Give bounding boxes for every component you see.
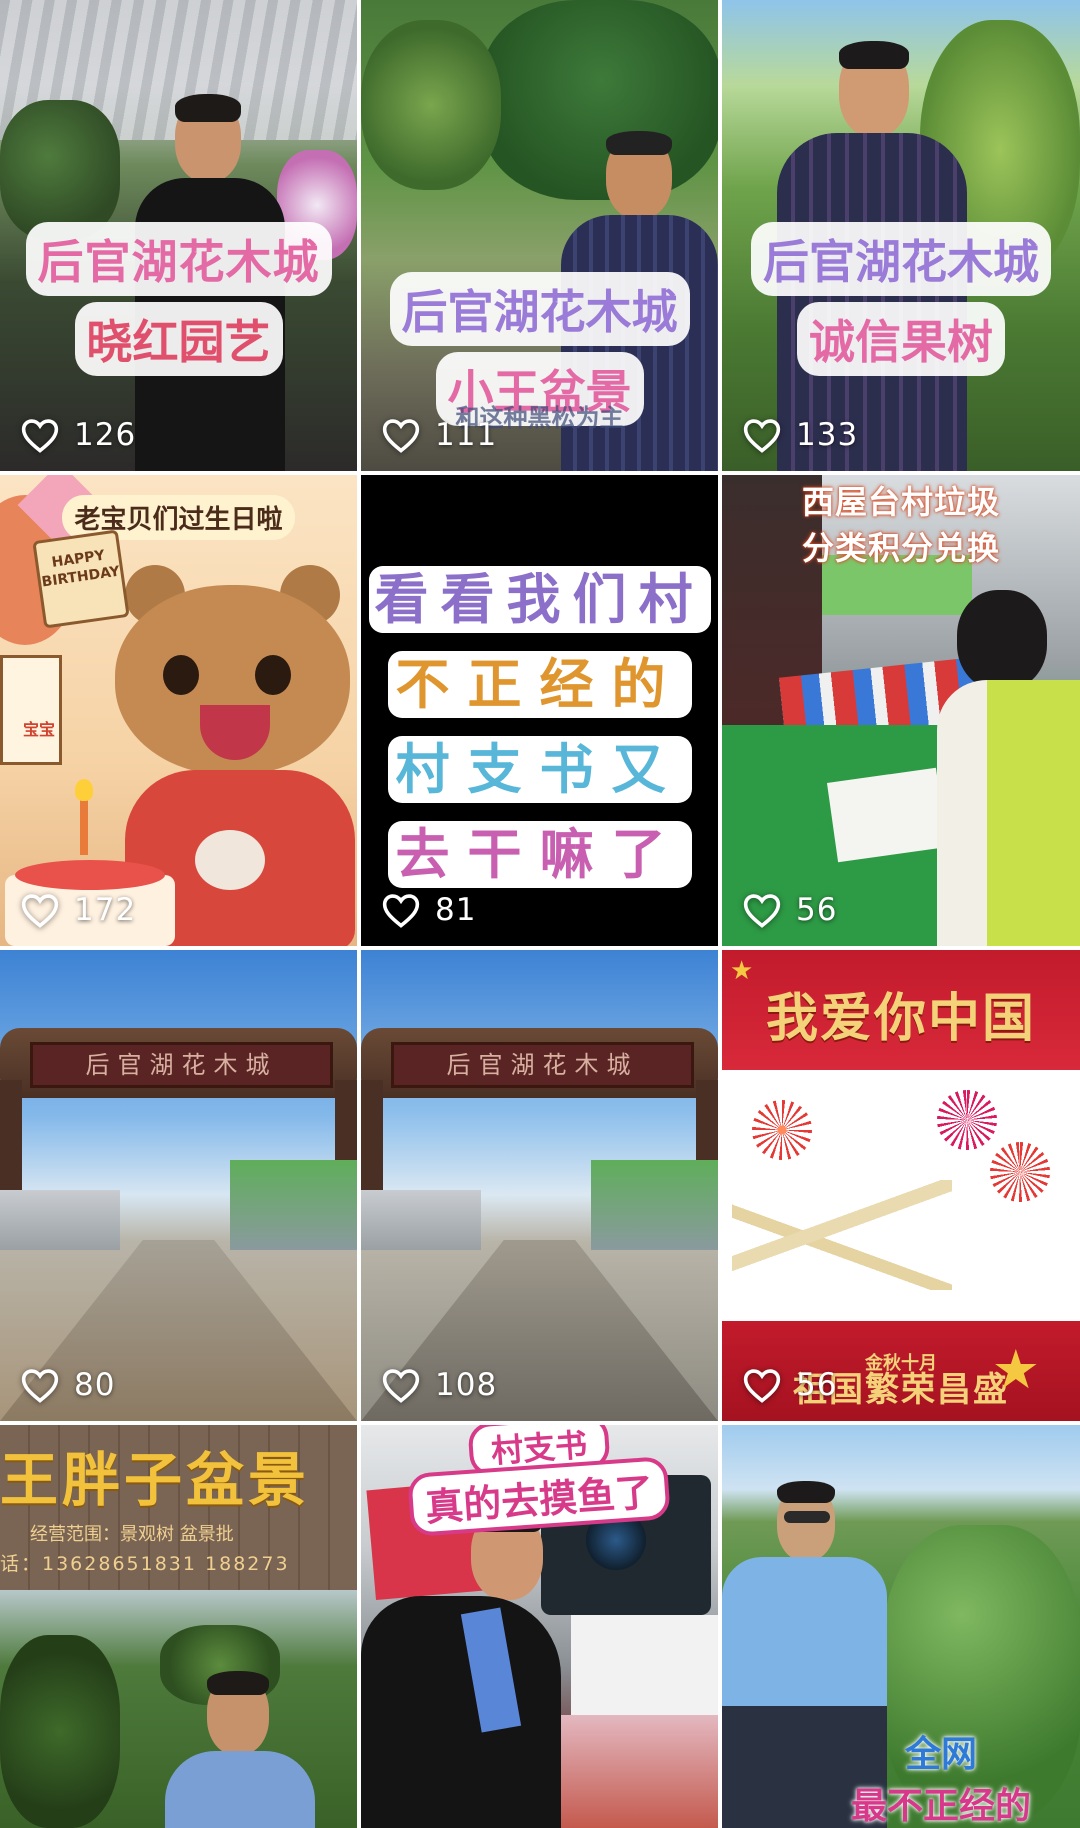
like-count-value: 172 [74,892,137,928]
caption-line-1: 全网 [904,1734,977,1775]
video-tile-4[interactable]: 老宝贝们过生日啦 HAPPY BIRTHDAY 宝宝 172 [0,475,357,946]
heart-outline-icon [21,419,59,453]
caption-text: 我爱你中国 [765,989,1036,1049]
video-tile-7[interactable]: 后官湖花木城 80 [0,950,357,1421]
like-count-value: 111 [435,417,498,453]
shop-sign-phone: 话：13628651831 188273 [0,1553,290,1575]
heart-outline-icon [382,1369,420,1403]
tile-caption-2: 真的去摸鱼了 [361,1456,718,1537]
video-tile-1[interactable]: 后官湖花木城 晓红园艺 126 [0,0,357,471]
shop-sign-scope: 经营范围：景观树 盆景批 [30,1524,234,1545]
volunteer-in-vest [937,590,1080,946]
like-count: 126 [20,417,136,453]
like-count-value: 126 [74,417,137,453]
caption-line-2: 最不正经的 [850,1786,1031,1827]
caption-line-1: 西屋台村垃圾 [801,483,1000,521]
text-line-4: 去干嘛了 [387,821,692,888]
text-line-3: 村支书又 [387,736,692,803]
caption-line-2: 真的去摸鱼了 [407,1456,672,1537]
presenter [165,1671,315,1828]
caption-line-2: 分类积分兑换 [801,529,1000,567]
text-line-1: 看看我们村 [368,566,711,633]
like-count: 133 [742,417,858,453]
tile-caption: 西屋台村垃圾 分类积分兑换 [722,477,1080,569]
video-tile-9[interactable]: 我爱你中国 ★ 金秋十月 祖国繁荣昌盛 ★ 56 [722,950,1080,1421]
caption-line-2: 晓红园艺 [86,315,271,369]
gate-sign: 后官湖花木城 [391,1042,694,1088]
video-tile-5[interactable]: 看看我们村 不正经的 村支书又 去干嘛了 81 [361,475,718,946]
like-count-value: 108 [435,1367,498,1403]
like-count: 172 [20,892,136,928]
title-text-block: 看看我们村 不正经的 村支书又 去干嘛了 [361,555,718,889]
firework-icon [937,1090,997,1150]
video-tile-2[interactable]: 后官湖花木城 小王盆景 和这种黑松为主 111 [361,0,718,471]
like-count-value: 56 [796,892,838,928]
like-count: 108 [381,1367,497,1403]
firework-icon [752,1100,812,1160]
birthday-board: 宝宝 [0,655,62,765]
video-tile-8[interactable]: 后官湖花木城 108 [361,950,718,1421]
caption-line-2: 诚信果树 [809,315,993,369]
tile-caption: 后官湖花木城 诚信果树 [722,222,1080,376]
video-tile-11[interactable]: 村支书 真的去摸鱼了 [361,1425,718,1828]
like-count: 80 [20,1367,115,1403]
shop-sign-title: 王胖子盆景 [0,1446,311,1514]
star-icon: ★ [730,956,754,986]
like-count: 81 [381,892,476,928]
caption-line-1: 后官湖花木城 [763,235,1039,289]
text-line-2: 不正经的 [387,651,692,718]
heart-outline-icon [21,1369,59,1403]
heart-outline-icon [743,894,781,928]
video-tile-6[interactable]: 西屋台村垃圾 分类积分兑换 56 [722,475,1080,946]
firework-icon [990,1142,1050,1202]
like-count-value: 56 [796,1367,838,1403]
tile-caption: 老宝贝们过生日啦 [0,495,357,540]
video-tile-12[interactable]: 全网 最不正经的 [722,1425,1080,1828]
like-count: 111 [381,417,497,453]
birthday-cake [5,779,175,946]
like-count: 56 [742,1367,837,1403]
presenter [361,1506,561,1828]
tile-caption: 后官湖花木城 晓红园艺 [0,222,357,376]
video-tile-3[interactable]: 后官湖花木城 诚信果树 133 [722,0,1080,471]
video-grid: 后官湖花木城 晓红园艺 126 后官湖花木城 小王盆景 和这种黑松为主 111 … [0,0,1080,1828]
heart-outline-icon [743,419,781,453]
like-count-value: 81 [435,892,477,928]
caption-line-1: 后官湖花木城 [37,235,320,289]
great-wall-illustration [732,1180,952,1290]
heart-outline-icon [21,894,59,928]
heart-outline-icon [382,894,420,928]
like-count-value: 80 [74,1367,116,1403]
star-icon: ★ [991,1338,1040,1401]
video-tile-10[interactable]: 王胖子盆景 经营范围：景观树 盆景批 话：13628651831 188273 [0,1425,357,1828]
heart-outline-icon [382,419,420,453]
gate-sign-text: 后官湖花木城 [85,1051,278,1079]
heart-outline-icon [743,1369,781,1403]
like-count: 56 [742,892,837,928]
tile-caption: 全网 最不正经的 [802,1725,1080,1828]
caption-line-1: 后官湖花木城 [401,285,678,339]
birthday-sign: HAPPY BIRTHDAY [32,529,130,629]
gate-sign: 后官湖花木城 [30,1042,333,1088]
gate-sign-text: 后官湖花木城 [446,1051,639,1079]
like-count-value: 133 [796,417,859,453]
